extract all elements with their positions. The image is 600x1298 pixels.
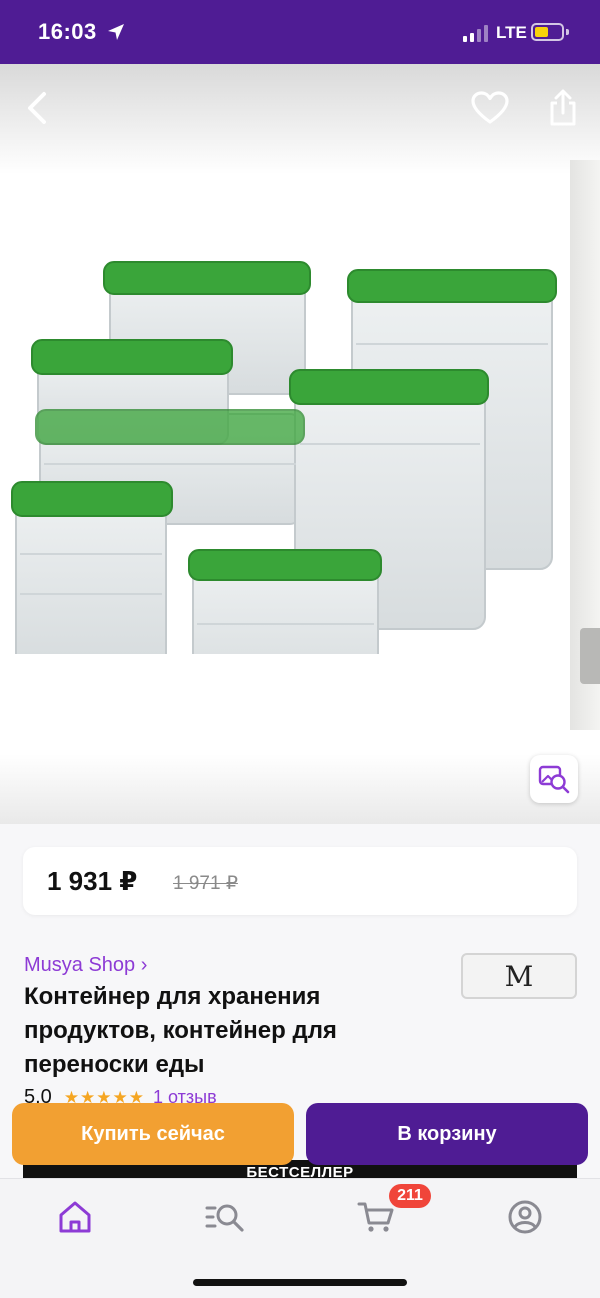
image-search-button[interactable] bbox=[530, 755, 578, 803]
favorite-button[interactable] bbox=[468, 86, 512, 130]
product-title: Контейнер для хранения продуктов, контей… bbox=[24, 983, 337, 1078]
catalog-search-icon bbox=[205, 1204, 244, 1232]
tab-home[interactable] bbox=[45, 1193, 105, 1241]
heart-outline-icon bbox=[471, 91, 509, 124]
add-to-cart-button[interactable]: В корзину bbox=[306, 1103, 588, 1165]
cart-count-badge: 211 bbox=[389, 1184, 431, 1208]
battery-icon bbox=[531, 23, 564, 41]
share-button[interactable] bbox=[541, 86, 585, 130]
location-arrow-icon bbox=[108, 24, 124, 40]
home-icon bbox=[59, 1201, 91, 1233]
profile-icon bbox=[508, 1200, 542, 1234]
product-image bbox=[11, 261, 557, 654]
buy-now-button[interactable]: Купить сейчас bbox=[12, 1103, 294, 1165]
shop-logo[interactable]: M bbox=[461, 953, 577, 999]
chevron-left-icon bbox=[28, 92, 46, 124]
current-price: 1 931 ₽ bbox=[47, 866, 138, 896]
status-bar: 16:03 LTE bbox=[0, 0, 600, 64]
home-indicator bbox=[193, 1279, 407, 1286]
cart-icon bbox=[357, 1202, 394, 1232]
network-type: LTE bbox=[496, 23, 527, 42]
signal-icon bbox=[463, 24, 489, 42]
shop-link[interactable]: Musya Shop › bbox=[24, 954, 147, 977]
status-time: 16:03 bbox=[38, 19, 97, 44]
tab-bar: 211 bbox=[0, 1178, 600, 1298]
image-search-icon bbox=[538, 765, 570, 794]
product-gallery[interactable] bbox=[0, 64, 600, 824]
next-gallery-image[interactable] bbox=[570, 160, 600, 730]
price-card: 1 931 ₽ 1 971 ₽ bbox=[23, 847, 577, 915]
back-button[interactable] bbox=[16, 86, 60, 130]
tab-profile[interactable] bbox=[495, 1193, 555, 1241]
share-icon bbox=[550, 89, 576, 126]
tab-catalog[interactable] bbox=[195, 1193, 255, 1241]
old-price: 1 971 ₽ bbox=[173, 873, 238, 894]
